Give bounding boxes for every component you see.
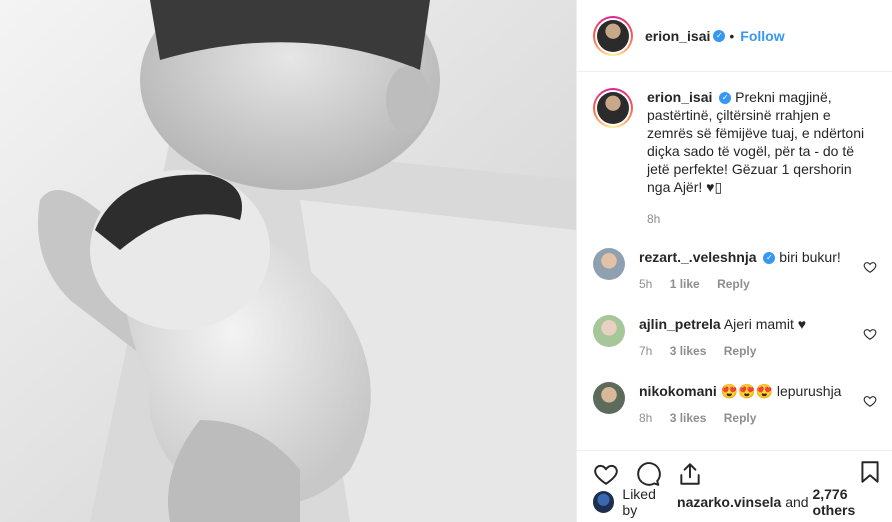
- comment-body: nikokomani 😍😍😍 lepurushja 8h 3 likes Rep…: [639, 382, 877, 427]
- commenter-username[interactable]: nikokomani: [639, 383, 717, 399]
- caption-text-block: erion_isai ✓ Prekni magjinë, pastërtinë,…: [647, 88, 877, 196]
- heart-icon[interactable]: [593, 461, 619, 487]
- reply-button[interactable]: Reply: [724, 344, 757, 358]
- comment-like-heart-icon[interactable]: [863, 260, 877, 274]
- reply-button[interactable]: Reply: [717, 277, 750, 291]
- caption-author-username[interactable]: erion_isai: [647, 89, 712, 105]
- comment-meta: 8h 3 likes Reply: [639, 409, 877, 427]
- comment-like-heart-icon[interactable]: [863, 394, 877, 408]
- caption: erion_isai ✓ Prekni magjinë, pastërtinë,…: [593, 88, 877, 228]
- post-photo[interactable]: [0, 0, 576, 522]
- comment-item: nikokomani 😍😍😍 lepurushja 8h 3 likes Rep…: [593, 382, 877, 427]
- comment-item: rezart._.veleshnja ✓ biri bukur! 5h 1 li…: [593, 248, 877, 293]
- follow-button[interactable]: Follow: [740, 28, 784, 44]
- author-avatar[interactable]: [593, 15, 633, 56]
- comment-body: ajlin_petrela Ajeri mamit ♥ 7h 3 likes R…: [639, 315, 877, 360]
- comment-timestamp[interactable]: 7h: [639, 344, 652, 358]
- comment-text-line: rezart._.veleshnja ✓ biri bukur!: [639, 248, 877, 266]
- reply-button[interactable]: Reply: [724, 411, 757, 425]
- author-username[interactable]: erion_isai: [645, 28, 710, 44]
- liker-username[interactable]: nazarko.vinsela: [677, 494, 781, 510]
- comment-like-heart-icon[interactable]: [863, 327, 877, 341]
- caption-timestamp[interactable]: 8h: [647, 212, 660, 226]
- bookmark-icon[interactable]: [857, 459, 883, 485]
- commenter-username[interactable]: rezart._.veleshnja: [639, 249, 757, 265]
- verified-badge-icon: ✓: [763, 252, 776, 265]
- likes-middle: and: [785, 494, 809, 510]
- likes-prefix: Liked by: [622, 486, 656, 518]
- post-header: erion_isai ✓ • Follow: [577, 0, 892, 72]
- avatar-border: [595, 90, 631, 126]
- comment-text-line: nikokomani 😍😍😍 lepurushja: [639, 382, 877, 400]
- likes-summary: Liked by nazarko.vinsela and 2,776 other…: [593, 486, 892, 518]
- comment-likes-count[interactable]: 3 likes: [670, 344, 707, 358]
- caption-body: erion_isai ✓ Prekni magjinë, pastërtinë,…: [647, 88, 877, 228]
- commenter-username[interactable]: ajlin_petrela: [639, 316, 721, 332]
- comment-text: 😍😍😍 lepurushja: [720, 383, 842, 399]
- comment-timestamp[interactable]: 8h: [639, 411, 652, 425]
- comments-section[interactable]: erion_isai ✓ Prekni magjinë, pastërtinë,…: [577, 72, 892, 450]
- post-side-panel: erion_isai ✓ • Follow erion_isai ✓ Prekn…: [576, 0, 892, 522]
- comment-text-line: ajlin_petrela Ajeri mamit ♥: [639, 315, 877, 333]
- author-avatar-image: [597, 19, 629, 52]
- father-baby-photo-illustration: [0, 0, 576, 522]
- avatar-border: [595, 17, 631, 54]
- share-icon[interactable]: [677, 461, 703, 487]
- comment-meta: 7h 3 likes Reply: [639, 342, 877, 360]
- comment-item: ajlin_petrela Ajeri mamit ♥ 7h 3 likes R…: [593, 315, 877, 360]
- verified-badge-icon: ✓: [719, 92, 732, 105]
- commenter-avatar[interactable]: [593, 248, 625, 280]
- comment-timestamp[interactable]: 5h: [639, 277, 652, 291]
- comment-body: rezart._.veleshnja ✓ biri bukur! 5h 1 li…: [639, 248, 877, 293]
- caption-meta: 8h: [647, 210, 877, 228]
- caption-author-avatar-image: [597, 92, 629, 124]
- commenter-avatar[interactable]: [593, 382, 625, 414]
- separator-dot: •: [729, 27, 735, 44]
- comment-icon[interactable]: [635, 461, 661, 487]
- liker-avatar[interactable]: [593, 491, 615, 513]
- comment-text: biri bukur!: [779, 249, 841, 265]
- header-user-info: erion_isai ✓ • Follow: [645, 28, 785, 44]
- comment-likes-count[interactable]: 3 likes: [670, 411, 707, 425]
- caption-author-avatar[interactable]: [593, 88, 633, 128]
- verified-badge-icon: ✓: [713, 29, 726, 42]
- post-actions-bar: [577, 450, 892, 490]
- comment-likes-count[interactable]: 1 like: [670, 277, 700, 291]
- likes-count[interactable]: 2,776 others: [812, 486, 892, 518]
- comment-meta: 5h 1 like Reply: [639, 275, 877, 293]
- commenter-avatar[interactable]: [593, 315, 625, 347]
- comment-text: Ajeri mamit ♥: [723, 316, 807, 332]
